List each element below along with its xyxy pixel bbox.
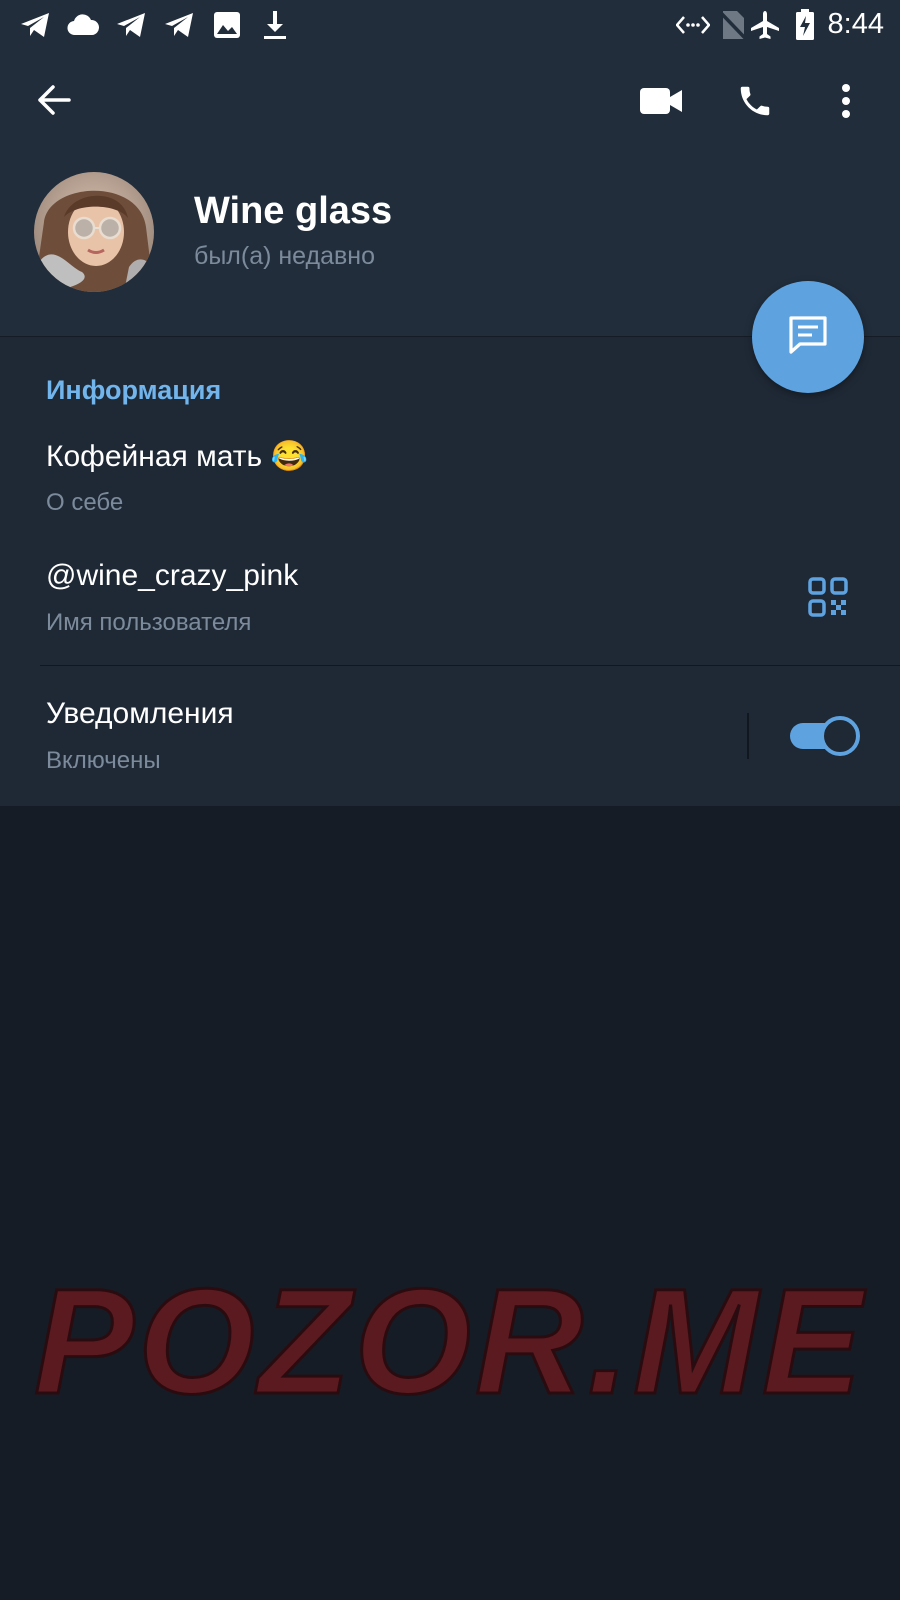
notifications-toggle[interactable] bbox=[790, 715, 860, 757]
status-bar: 8:44 bbox=[0, 0, 900, 50]
username-label: Имя пользователя bbox=[46, 609, 252, 636]
section-title: Информация bbox=[46, 375, 222, 405]
download-icon bbox=[258, 10, 292, 40]
username-text[interactable]: @wine_crazy_pink bbox=[46, 559, 298, 593]
telegram-icon bbox=[18, 10, 52, 40]
divider bbox=[40, 665, 900, 666]
no-sim-icon bbox=[716, 10, 750, 40]
bio-label: О себе bbox=[46, 489, 124, 516]
vertical-divider bbox=[747, 713, 749, 759]
message-icon bbox=[785, 312, 831, 363]
more-vert-icon bbox=[841, 83, 851, 124]
bio-text[interactable]: Кофейная мать 😂 bbox=[46, 439, 308, 474]
info-section: Информация Кофейная мать 😂 О себе @wine_… bbox=[0, 337, 900, 806]
telegram-icon bbox=[162, 10, 196, 40]
qr-code-icon bbox=[808, 577, 848, 621]
airplane-icon bbox=[748, 10, 782, 40]
data-transfer-icon bbox=[676, 10, 710, 40]
profile-name: Wine glass bbox=[194, 190, 393, 232]
back-button[interactable] bbox=[30, 78, 78, 126]
last-seen-status: был(а) недавно bbox=[194, 242, 376, 270]
video-camera-icon bbox=[639, 87, 683, 120]
more-menu-button[interactable] bbox=[826, 78, 866, 128]
call-button[interactable] bbox=[730, 78, 780, 128]
avatar[interactable] bbox=[34, 172, 154, 292]
toggle-knob bbox=[820, 716, 860, 756]
phone-icon bbox=[736, 82, 774, 125]
clock: 8:44 bbox=[827, 8, 884, 40]
qr-code-button[interactable] bbox=[808, 577, 848, 617]
video-call-button[interactable] bbox=[634, 80, 688, 126]
profile-header: Wine glass был(а) недавно bbox=[0, 50, 900, 336]
telegram-icon bbox=[114, 10, 148, 40]
cloud-icon bbox=[66, 10, 100, 40]
back-arrow-icon bbox=[37, 84, 71, 120]
notifications-title[interactable]: Уведомления bbox=[46, 697, 234, 731]
image-icon bbox=[210, 10, 244, 40]
send-message-button[interactable] bbox=[752, 281, 864, 393]
battery-charging-icon bbox=[788, 9, 822, 40]
watermark: POZOR.ME bbox=[32, 1256, 867, 1427]
notifications-state: Включены bbox=[46, 747, 161, 774]
